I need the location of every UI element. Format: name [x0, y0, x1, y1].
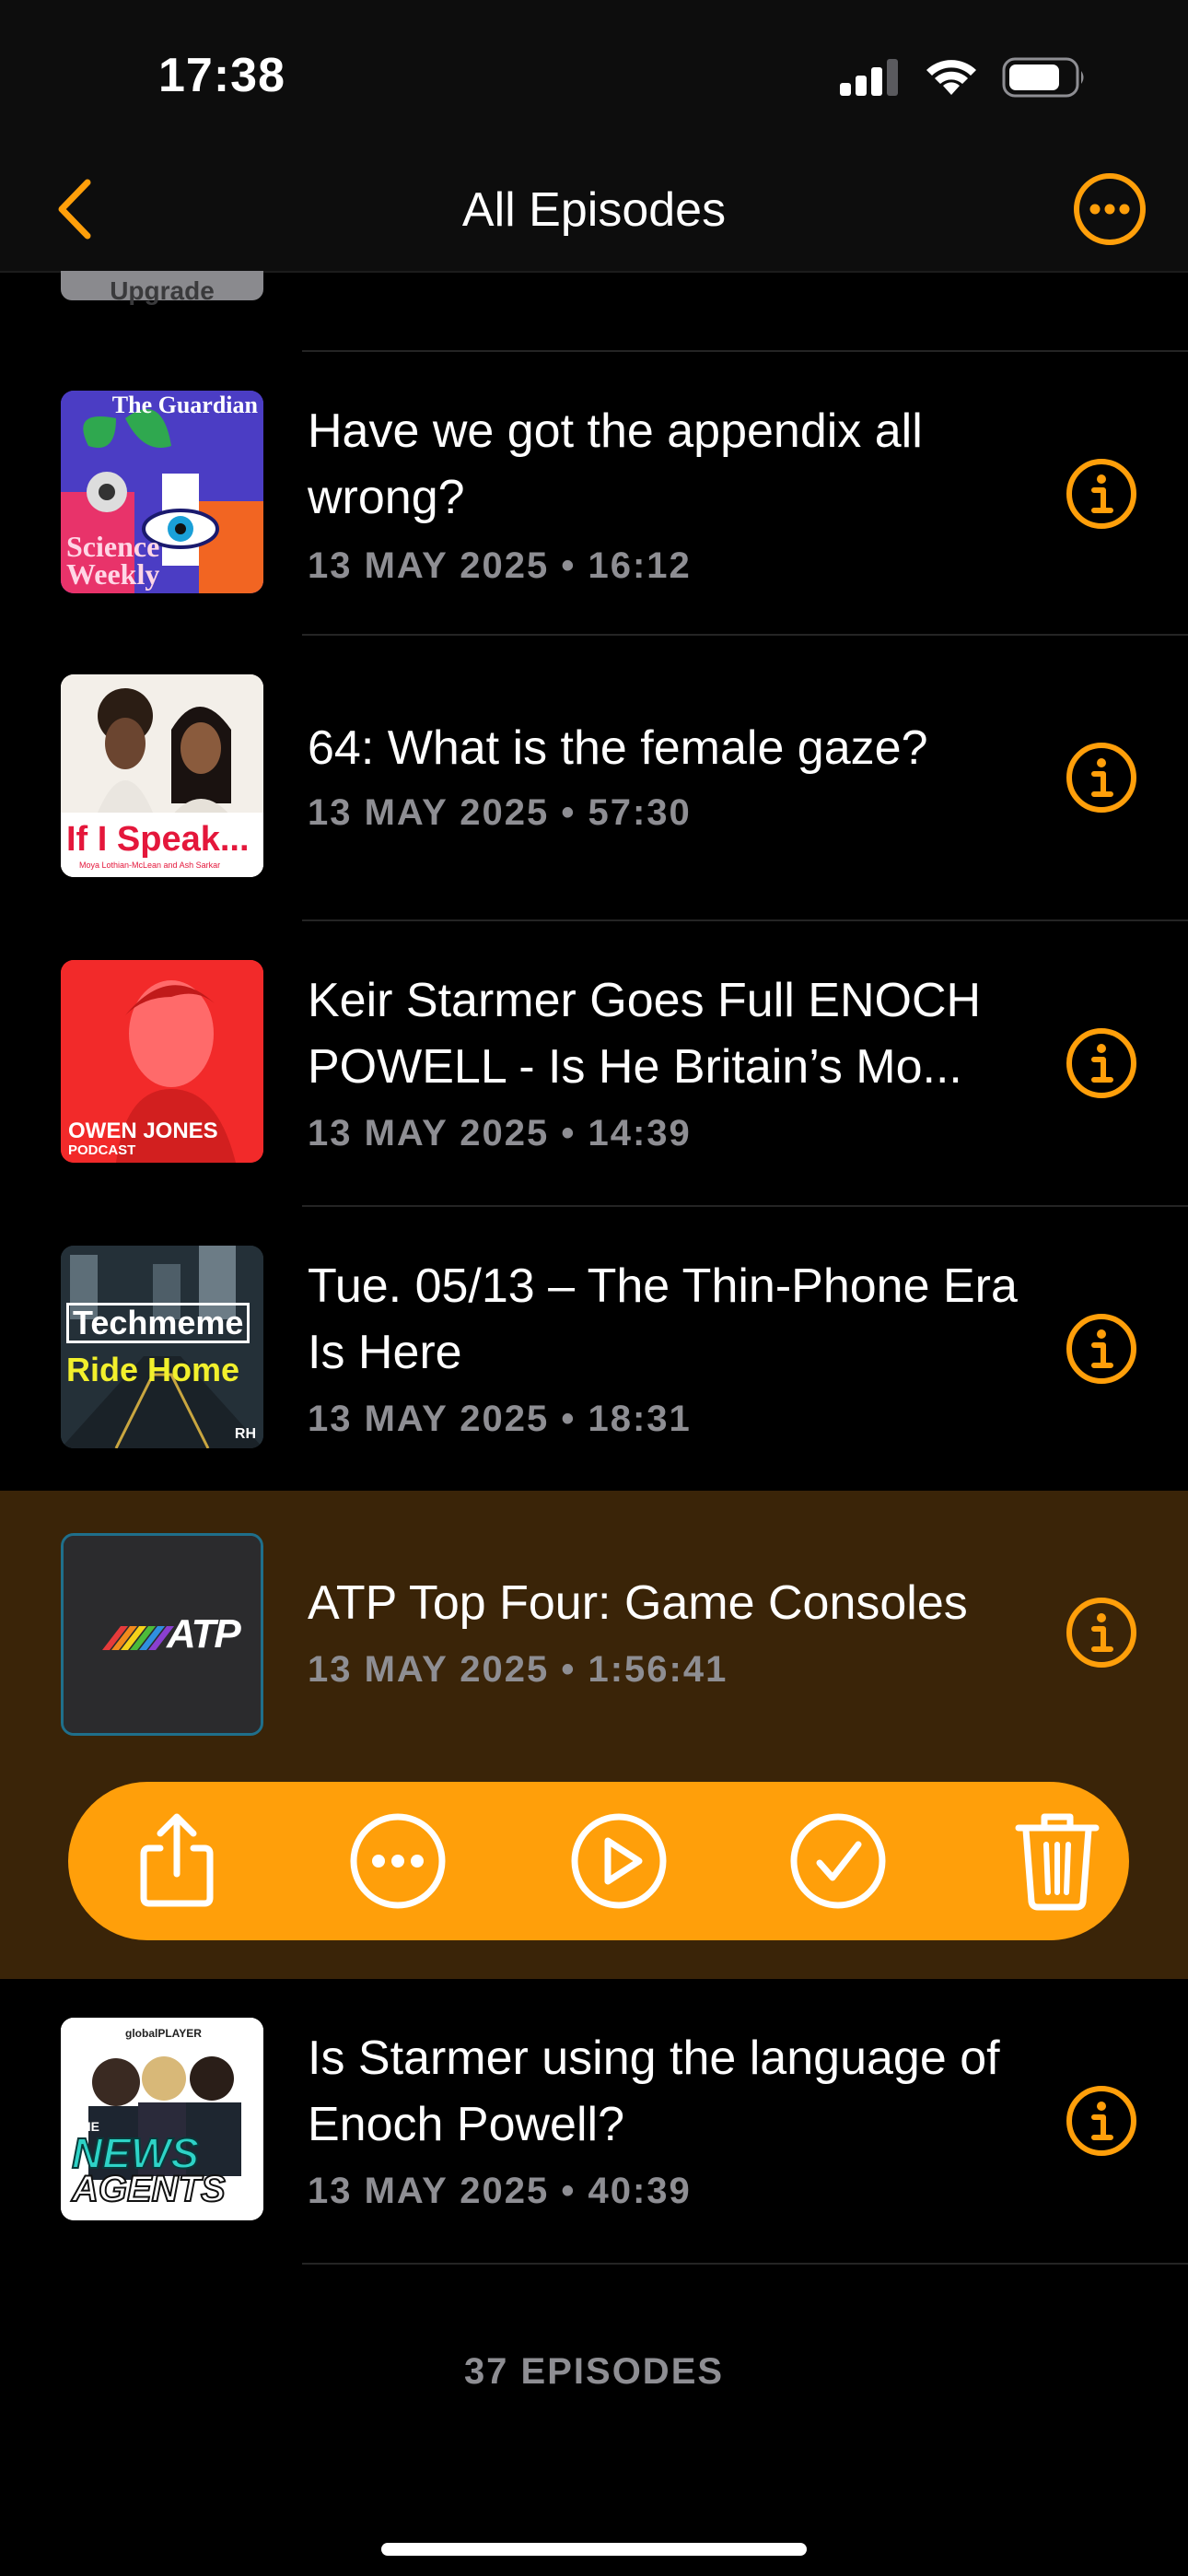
share-icon — [133, 1813, 221, 1909]
status-bar: 17:38 — [0, 0, 1188, 147]
episode-info-button[interactable] — [1065, 2084, 1138, 2158]
more-actions-button[interactable] — [344, 1808, 451, 1914]
episode-meta: 13 MAY 2025 • 18:31 — [308, 1399, 692, 1440]
meta-separator: • — [561, 2171, 577, 2211]
episode-duration: 40:39 — [588, 2171, 692, 2211]
list-item-cutoff[interactable]: Upgrade — [0, 271, 1188, 350]
episode-date: 13 MAY 2025 — [308, 792, 550, 833]
episode-info-button[interactable] — [1065, 457, 1138, 531]
meta-separator: • — [561, 1399, 577, 1439]
meta-separator: • — [561, 545, 577, 586]
episode-duration: 1:56:41 — [588, 1649, 728, 1690]
artwork-text-bottom: Science Weekly — [66, 530, 160, 591]
episode-info-button[interactable] — [1065, 1312, 1138, 1386]
episode-artwork: Upgrade — [61, 271, 263, 305]
status-icons — [840, 57, 1087, 98]
episode-duration: 18:31 — [588, 1399, 692, 1439]
episode-date: 13 MAY 2025 — [308, 1113, 550, 1153]
info-circle-icon — [1065, 2084, 1138, 2158]
page-title: All Episodes — [461, 183, 727, 237]
artwork-text: OWEN JONES — [68, 1118, 218, 1143]
episode-artwork: ATP — [61, 1533, 263, 1736]
episode-meta: 13 MAY 2025 • 16:12 — [308, 545, 692, 587]
cellular-signal-icon — [840, 59, 901, 96]
meta-separator: • — [561, 1649, 577, 1690]
episode-meta: 13 MAY 2025 • 14:39 — [308, 1113, 692, 1154]
episode-title: 64: What is the female gaze? — [308, 721, 928, 775]
episode-row[interactable]: Techmeme Ride Home RH Tue. 05/13 – The T… — [0, 1207, 1188, 1491]
episode-artwork: OWEN JONES PODCAST — [61, 960, 263, 1163]
ellipsis-circle-icon — [1073, 172, 1147, 246]
episode-artwork: If I Speak... Moya Lothian-McLean and As… — [61, 674, 263, 877]
wifi-icon — [925, 58, 978, 97]
episode-date: 13 MAY 2025 — [308, 2171, 550, 2211]
episode-title: Tue. 05/13 – The Thin-Phone Era Is Here — [308, 1259, 1018, 1379]
meta-separator: • — [561, 1113, 577, 1153]
meta-separator: • — [561, 792, 577, 833]
row-divider — [302, 2263, 1188, 2265]
episode-meta: 13 MAY 2025 • 40:39 — [308, 2171, 692, 2212]
episode-title: Is Starmer using the language of Enoch P… — [308, 2032, 1000, 2151]
artwork-text: ATP — [167, 1611, 241, 1657]
episode-duration: 14:39 — [588, 1113, 692, 1153]
episode-artwork: The Guardian Science Weekly — [61, 391, 263, 593]
episode-row[interactable]: globalPLAYER THE NEWS AGENTS Is Starmer … — [0, 1979, 1188, 2263]
episode-row[interactable]: The Guardian Science Weekly Have we got … — [0, 352, 1188, 636]
artwork-text-b: AGENTS — [71, 2168, 227, 2210]
episode-title: Keir Starmer Goes Full ENOCH POWELL - Is… — [308, 974, 982, 1094]
artwork-text-top: Techmeme — [66, 1303, 250, 1343]
episode-count: 37 EPISODES — [463, 2351, 725, 2392]
trash-icon — [1013, 1809, 1101, 1913]
more-options-button[interactable] — [1072, 171, 1147, 247]
navigation-bar: All Episodes — [0, 147, 1188, 273]
home-indicator[interactable] — [381, 2543, 807, 2556]
play-button[interactable] — [565, 1808, 672, 1914]
info-circle-icon — [1065, 1312, 1138, 1386]
episode-date: 13 MAY 2025 — [308, 1399, 550, 1439]
delete-button[interactable] — [1004, 1808, 1111, 1914]
episode-action-bar — [68, 1782, 1129, 1940]
episode-duration: 16:12 — [588, 545, 692, 586]
episode-info-button[interactable] — [1065, 741, 1138, 814]
episode-duration: 57:30 — [588, 792, 692, 833]
artwork-subtext: Moya Lothian-McLean and Ash Sarkar — [79, 861, 221, 870]
episode-info-button[interactable] — [1065, 1596, 1138, 1669]
artwork-text-top: The Guardian — [111, 392, 258, 418]
artwork-corner-text: RH — [234, 1426, 256, 1442]
artwork-text-bottom: Ride Home — [66, 1351, 240, 1388]
info-circle-icon — [1065, 1596, 1138, 1669]
info-circle-icon — [1065, 741, 1138, 814]
battery-icon — [1002, 57, 1087, 98]
episode-date: 13 MAY 2025 — [308, 1649, 550, 1690]
episode-row[interactable]: If I Speak... Moya Lothian-McLean and As… — [0, 636, 1188, 919]
artwork-text: If I Speak... — [66, 820, 250, 859]
artwork-brand-text: globalPLAYER — [125, 2027, 202, 2040]
share-button[interactable] — [123, 1808, 230, 1914]
episode-artwork: Techmeme Ride Home RH — [61, 1246, 263, 1448]
episode-title: Have we got the appendix all wrong? — [308, 404, 923, 524]
episode-date: 13 MAY 2025 — [308, 545, 550, 586]
episode-info-button[interactable] — [1065, 1026, 1138, 1100]
episode-meta: 13 MAY 2025 • 1:56:41 — [308, 1649, 728, 1691]
episode-row[interactable]: OWEN JONES PODCAST Keir Starmer Goes Ful… — [0, 921, 1188, 1205]
episode-title: ATP Top Four: Game Consoles — [308, 1576, 968, 1630]
info-circle-icon — [1065, 1026, 1138, 1100]
artwork-subtext: PODCAST — [68, 1142, 136, 1158]
play-circle-icon — [569, 1811, 669, 1911]
checkmark-circle-icon — [788, 1811, 888, 1911]
ellipsis-circle-icon — [348, 1811, 448, 1911]
episode-artwork: globalPLAYER THE NEWS AGENTS — [61, 2018, 263, 2220]
episode-meta: 13 MAY 2025 • 57:30 — [308, 792, 692, 834]
info-circle-icon — [1065, 457, 1138, 531]
status-time: 17:38 — [158, 49, 285, 102]
mark-played-button[interactable] — [785, 1808, 891, 1914]
